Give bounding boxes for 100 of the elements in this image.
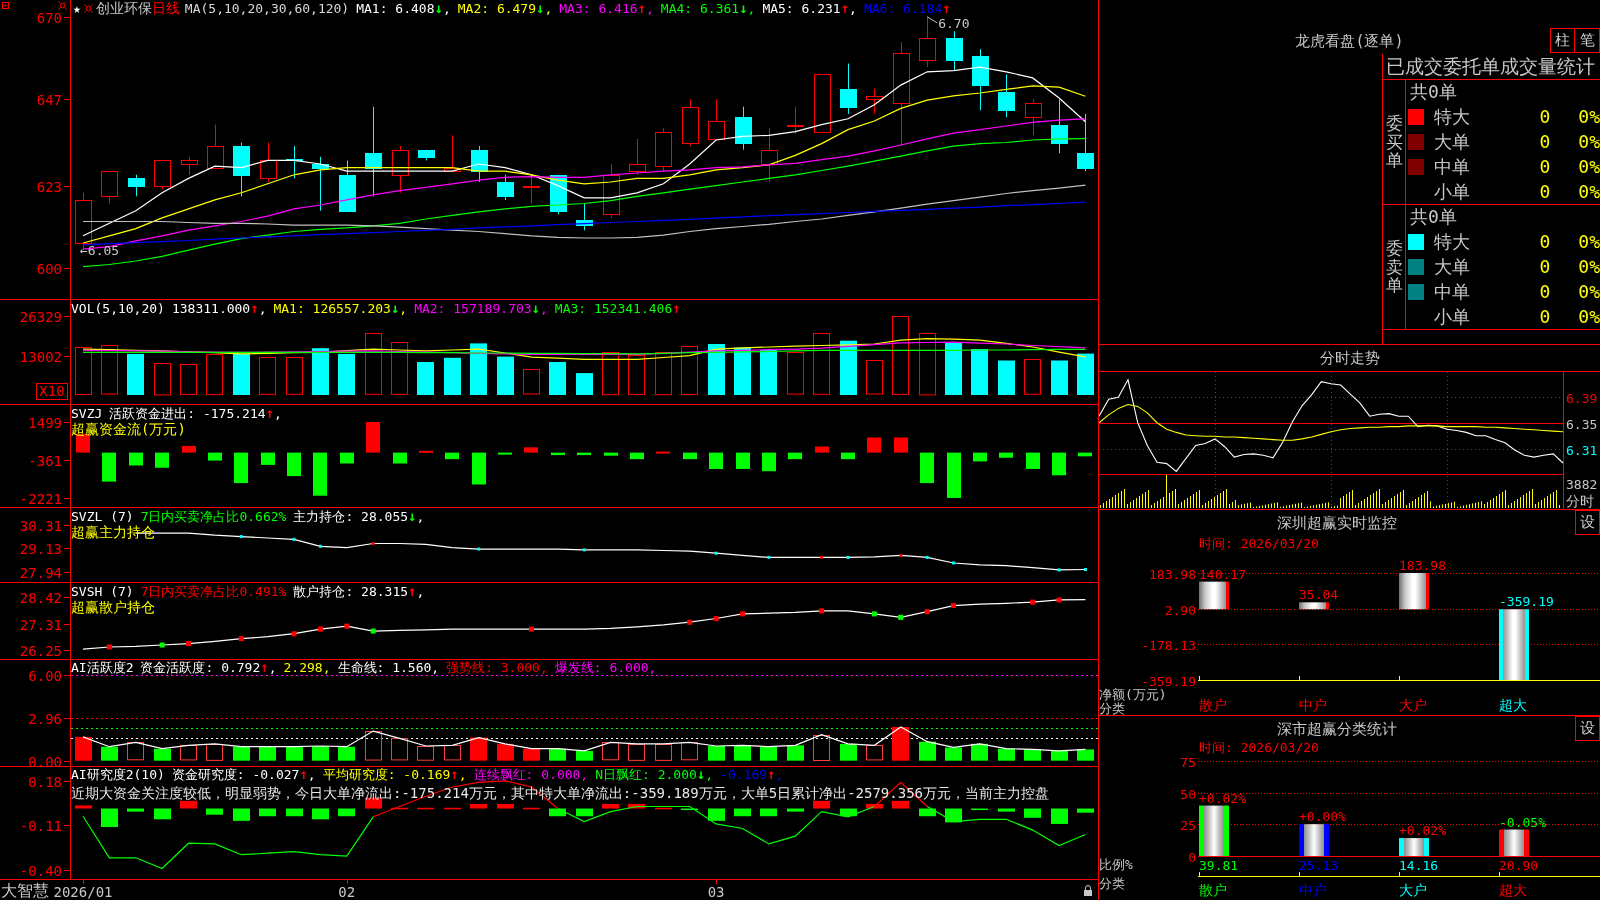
candle <box>207 124 224 169</box>
axis-tick-label: 183.98 <box>1149 566 1196 582</box>
legend-text: 7日内买卖净占比0.662% <box>140 509 287 524</box>
bar-value-label: 183.98 <box>1399 558 1446 573</box>
net-amount-bar <box>1199 581 1229 610</box>
candle <box>471 145 488 183</box>
change-label: -0.05% <box>1499 814 1546 830</box>
legend-text: 2.298, <box>283 660 331 675</box>
legend-text: 爆发线: 6.000, <box>554 660 657 675</box>
stock-name: 创业环保 <box>95 1 152 16</box>
candle <box>128 174 145 197</box>
legend-text: 强势线: 3.000, <box>446 660 548 675</box>
candle <box>682 98 699 147</box>
axis-tick-label: 6.39 <box>1566 390 1598 406</box>
axis-tick-label: 29.13 <box>19 540 62 557</box>
order-count: 0 <box>1539 130 1551 153</box>
panel-title: 深圳超赢实时监控 <box>1277 513 1397 532</box>
view-toggle-button[interactable]: 笔 <box>1575 28 1600 53</box>
legend-text: MA6: 6.184↑ <box>863 1 951 16</box>
view-toggle-button[interactable]: 柱 <box>1550 28 1575 53</box>
axis-tick-label: 2.96 <box>28 710 62 727</box>
candle <box>998 73 1015 118</box>
category-label: 大户 <box>1399 697 1427 713</box>
order-share: 0% <box>1578 255 1600 278</box>
candle <box>919 16 936 68</box>
order-share: 0% <box>1578 230 1600 253</box>
candle <box>787 106 804 135</box>
axis-tick-label: -2221 <box>19 490 62 507</box>
axis-tick-label: -0.40 <box>19 862 62 879</box>
axis-tick-label: 27.31 <box>19 616 62 633</box>
axis-tick-label: 0.00 <box>28 753 62 766</box>
axis-tick-label: -178.13 <box>1141 637 1196 653</box>
order-share: 0% <box>1578 305 1600 328</box>
axis-tick-label: 25 <box>1180 817 1196 833</box>
bar-value-label: 35.04 <box>1299 587 1339 603</box>
price-annotation: ←6.05 <box>80 243 120 259</box>
category-label: 散户 <box>1199 697 1227 713</box>
legend-text: SVZJ <box>71 406 103 421</box>
axis-tick-label: 600 <box>36 260 62 277</box>
legend-text: 资金研究度: -0.027↑, <box>171 767 316 782</box>
order-size-label: 特大 <box>1434 105 1470 128</box>
panel-title: 分时走势 <box>1319 349 1380 367</box>
legend-text: 资金活跃度: 0.792↑, <box>140 660 277 675</box>
category-label: 散户 <box>1199 882 1227 898</box>
legend-text: MA3: 6.416↑, <box>559 1 654 16</box>
order-size-label: 小单 <box>1434 305 1470 328</box>
bar-value-label: 20.90 <box>1499 858 1539 873</box>
legend-text: SVZL (7) <box>71 509 134 524</box>
order-share: 0% <box>1578 155 1600 178</box>
net-amount-bar <box>1499 609 1529 680</box>
axis-title: 净额(万元) <box>1099 687 1167 702</box>
axis-tick-label: 3882 <box>1566 477 1598 492</box>
candle <box>312 156 329 212</box>
category-label: 超大 <box>1499 697 1527 713</box>
axis-title: 分类 <box>1099 876 1125 891</box>
category-label: 中户 <box>1299 697 1327 713</box>
order-count: 0 <box>1539 230 1551 253</box>
candle <box>181 156 198 176</box>
order-size-label: 大单 <box>1434 130 1470 153</box>
candle <box>576 203 593 231</box>
candle <box>497 174 514 201</box>
legend-text: MA4: 6.361↓, <box>660 1 756 16</box>
axis-tick-label: 30.31 <box>19 517 62 534</box>
legend-text: MA1: 6.408↓, <box>356 1 451 16</box>
order-size-label: 大单 <box>1434 255 1470 278</box>
bar-value-label: 39.81 <box>1199 858 1239 873</box>
candle <box>233 142 250 197</box>
axis-tick-label: -361 <box>28 452 62 469</box>
order-size-label: 中单 <box>1434 155 1470 178</box>
settings-button[interactable]: 设 <box>1575 510 1600 535</box>
legend-text: MA2: 6.479↓, <box>457 1 553 16</box>
unit-badge: X10 <box>36 383 68 400</box>
candle <box>735 106 752 151</box>
change-label: +0.00% <box>1299 809 1346 825</box>
legend-text: MA1: 126557.203↓, <box>273 301 408 316</box>
legend-text: 生命线: 1.560, <box>337 660 440 675</box>
change-label: +0.02% <box>1199 790 1246 806</box>
panel-title: 龙虎看盘(逐单) <box>1295 32 1404 50</box>
category-label: 中户 <box>1299 882 1327 898</box>
period-label: 日线 <box>151 1 180 16</box>
date-label: 2026/01 <box>53 884 113 900</box>
legend-text: MA3: 152341.406↑ <box>554 301 681 316</box>
change-label: +0.02% <box>1399 823 1446 839</box>
settings-button[interactable]: 设 <box>1575 716 1600 741</box>
legend-text: SVSH (7) <box>71 584 134 599</box>
axis-tick-label: 6.00 <box>28 667 62 684</box>
candle <box>814 73 831 133</box>
net-amount-bar <box>1399 573 1429 610</box>
panel-title: 深市超赢分类统计 <box>1277 719 1397 738</box>
order-count: 0 <box>1539 280 1551 303</box>
legend-text: 7日内买卖净占比0.491% <box>140 584 287 599</box>
star-symbol: ★ <box>73 1 81 16</box>
indicator-subtitle: 超赢资金流(万元) <box>71 421 186 437</box>
candle <box>101 170 118 204</box>
candle <box>866 88 883 115</box>
candle <box>946 30 963 72</box>
order-size-label: 特大 <box>1434 230 1470 253</box>
legend-text: N日飘红: 2.000↓, <box>595 767 714 782</box>
order-total: 共0单 <box>1410 81 1457 103</box>
legend-text: 138311.000↑, <box>171 301 267 316</box>
